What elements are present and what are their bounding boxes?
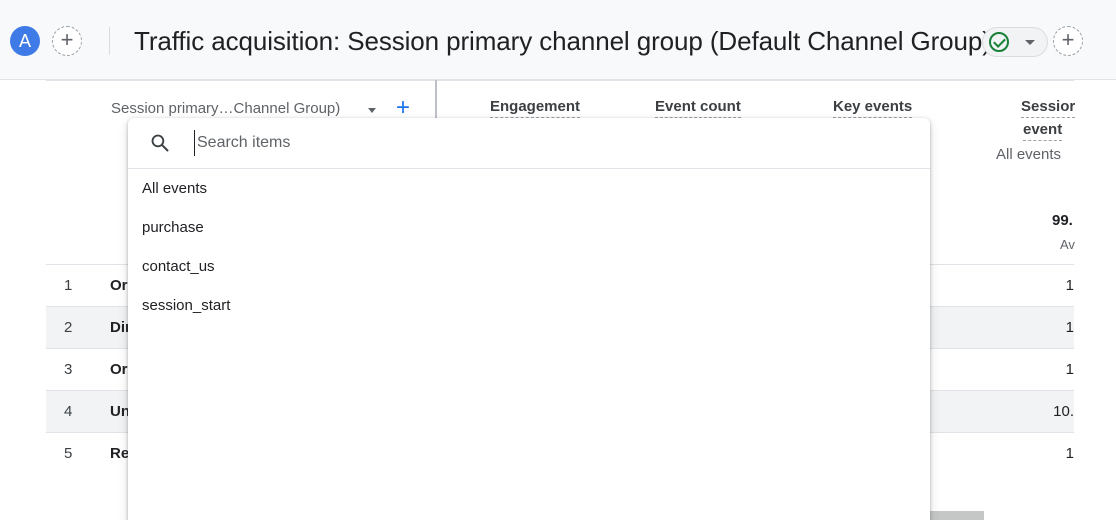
report-status-dropdown[interactable]	[982, 27, 1048, 57]
row-channel-name: Re	[110, 445, 130, 462]
search-icon	[151, 134, 169, 152]
row-value: 10.	[1053, 403, 1074, 420]
horizontal-scrollbar[interactable]	[930, 511, 984, 520]
metric-header-event-count[interactable]: Event count	[655, 98, 741, 118]
row-value: 1	[1065, 277, 1074, 294]
row-value: 1	[1065, 319, 1074, 336]
menu-item-session-start[interactable]: session_start	[142, 297, 230, 314]
row-channel-name: Or	[110, 361, 128, 378]
search-input[interactable]	[194, 130, 894, 156]
row-index: 1	[64, 277, 73, 294]
row-channel-name: Or	[110, 277, 128, 294]
customize-report-add-button[interactable]: +	[1053, 26, 1083, 56]
report-header: A + Traffic acquisition: Session primary…	[0, 0, 1116, 80]
event-filter-dropdown: All events purchase contact_us session_s…	[128, 118, 930, 520]
metric-header-session-events[interactable]: Sessior	[1021, 98, 1076, 118]
event-filter-selector[interactable]: All events	[996, 146, 1061, 163]
page-title: Traffic acquisition: Session primary cha…	[134, 26, 991, 56]
total-subtitle: Av	[1060, 237, 1075, 252]
table-top-divider	[46, 80, 1074, 81]
add-comparison-button[interactable]: +	[52, 26, 82, 56]
total-value: 99.	[1052, 212, 1073, 229]
row-channel-name: Un	[110, 403, 130, 420]
metric-header-engagement[interactable]: Engagement	[490, 98, 581, 118]
chevron-down-icon[interactable]	[368, 108, 376, 113]
dropdown-search-row	[128, 118, 930, 169]
menu-item-all-events[interactable]: All events	[142, 180, 207, 197]
metric-header-session-events-line2[interactable]: event	[1023, 121, 1063, 141]
row-value: 1	[1065, 445, 1074, 462]
chevron-down-icon	[1025, 40, 1035, 45]
segment-avatar[interactable]: A	[10, 26, 40, 56]
row-value: 1	[1065, 361, 1074, 378]
metric-header-key-events[interactable]: Key events	[833, 98, 913, 118]
row-index: 4	[64, 403, 73, 420]
dimension-column-header[interactable]: Session primary…Channel Group)	[111, 100, 340, 117]
row-index: 5	[64, 445, 73, 462]
menu-item-purchase[interactable]: purchase	[142, 219, 204, 236]
row-index: 2	[64, 319, 73, 336]
header-divider	[109, 27, 110, 55]
row-index: 3	[64, 361, 73, 378]
menu-item-contact-us[interactable]: contact_us	[142, 258, 215, 275]
check-circle-icon	[989, 32, 1009, 52]
